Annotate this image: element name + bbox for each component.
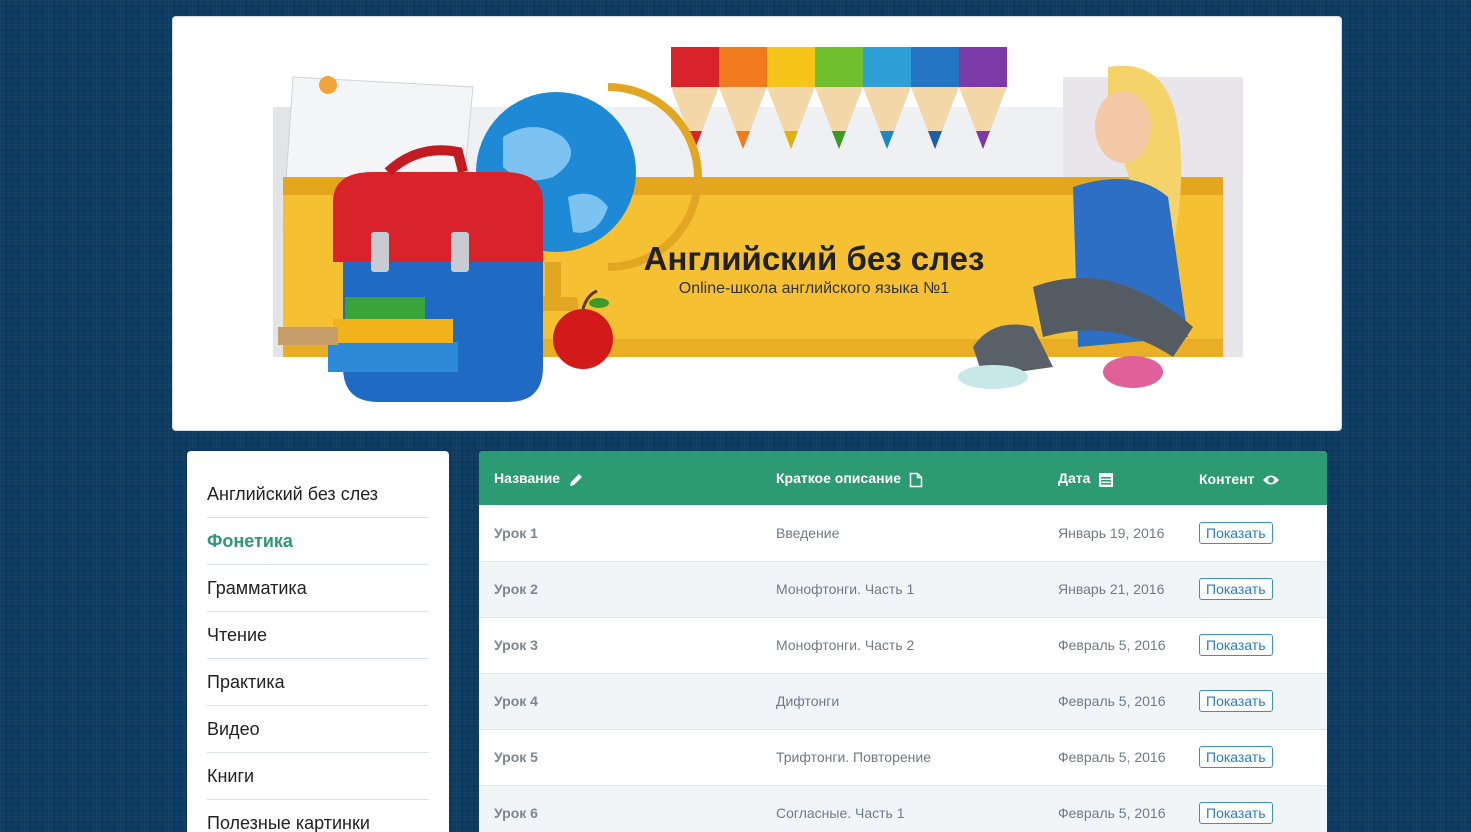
column-header-content[interactable]: Контент — [1184, 451, 1327, 505]
lesson-name: Урок 5 — [494, 749, 538, 765]
column-header-description[interactable]: Краткое описание — [761, 451, 1043, 505]
lesson-date: Январь 19, 2016 — [1058, 524, 1165, 541]
lesson-description: Согласные. Часть 1 — [776, 805, 905, 821]
sidebar-item-grammar[interactable]: Грамматика — [207, 565, 429, 612]
lesson-description: Монофтонги. Часть 2 — [776, 637, 915, 653]
table-row: Урок 6 Согласные. Часть 1 Февраль 5, 201… — [479, 785, 1327, 832]
lesson-description: Введение — [776, 524, 840, 541]
table-row: Урок 1 Введение Январь 19, 2016 Показать — [479, 505, 1327, 561]
show-content-button[interactable]: Показать — [1199, 521, 1273, 544]
lesson-name: Урок 3 — [494, 637, 538, 653]
lesson-description: Дифтонги — [776, 693, 840, 709]
table-row: Урок 4 Дифтонги Февраль 5, 2016 Показать — [479, 673, 1327, 729]
sidebar-item-home[interactable]: Английский без слез — [207, 468, 429, 518]
show-content-button[interactable]: Показать — [1199, 690, 1273, 712]
lesson-date: Январь 21, 2016 — [1058, 581, 1165, 597]
lesson-date: Февраль 5, 2016 — [1058, 749, 1166, 765]
sidebar-item-reading[interactable]: Чтение — [207, 612, 429, 659]
sidebar-menu: Английский без слез Фонетика Грамматика … — [187, 451, 449, 832]
column-header-name[interactable]: Название — [479, 451, 761, 505]
lesson-name: Урок 6 — [494, 805, 538, 821]
calendar-icon — [1099, 472, 1114, 487]
table-row: Урок 3 Монофтонги. Часть 2 Февраль 5, 20… — [479, 617, 1327, 673]
lesson-name: Урок 4 — [494, 693, 538, 709]
sidebar-item-books[interactable]: Книги — [207, 753, 429, 800]
lesson-name: Урок 2 — [494, 581, 538, 597]
show-content-button[interactable]: Показать — [1199, 746, 1273, 768]
lesson-date: Февраль 5, 2016 — [1058, 693, 1166, 709]
eye-icon — [1263, 475, 1280, 485]
show-content-button[interactable]: Показать — [1199, 578, 1273, 600]
lessons-table-panel: Название Краткое описание Дата Контент У… — [479, 451, 1327, 832]
column-header-date[interactable]: Дата — [1043, 451, 1184, 505]
pencil-icon — [569, 473, 582, 486]
sidebar-item-practice[interactable]: Практика — [207, 659, 429, 706]
show-content-button[interactable]: Показать — [1199, 802, 1273, 824]
lesson-date: Февраль 5, 2016 — [1058, 805, 1166, 821]
document-icon — [909, 472, 923, 487]
lessons-table: Название Краткое описание Дата Контент У… — [479, 451, 1327, 832]
sidebar-item-useful-pictures[interactable]: Полезные картинки — [207, 800, 429, 832]
site-subtitle: Online-школа английского языка №1 — [678, 280, 950, 297]
show-content-button[interactable]: Показать — [1199, 634, 1273, 656]
lesson-description: Монофтонги. Часть 1 — [776, 581, 915, 597]
table-row: Урок 5 Трифтонги. Повторение Февраль 5, … — [479, 729, 1327, 785]
lesson-description: Трифтонги. Повторение — [776, 749, 931, 765]
lesson-date: Февраль 5, 2016 — [1058, 637, 1166, 653]
lesson-name: Урок 1 — [494, 524, 538, 541]
header-banner-card: Английский без слез Online-школа английс… — [172, 16, 1342, 431]
sidebar-item-video[interactable]: Видео — [207, 706, 429, 753]
site-title: Английский без слез — [643, 240, 985, 277]
table-header-row: Название Краткое описание Дата Контент — [479, 451, 1327, 505]
sidebar-item-phonetics[interactable]: Фонетика — [207, 518, 429, 565]
banner-illustration — [273, 47, 1243, 402]
table-row: Урок 2 Монофтонги. Часть 1 Январь 21, 20… — [479, 561, 1327, 617]
